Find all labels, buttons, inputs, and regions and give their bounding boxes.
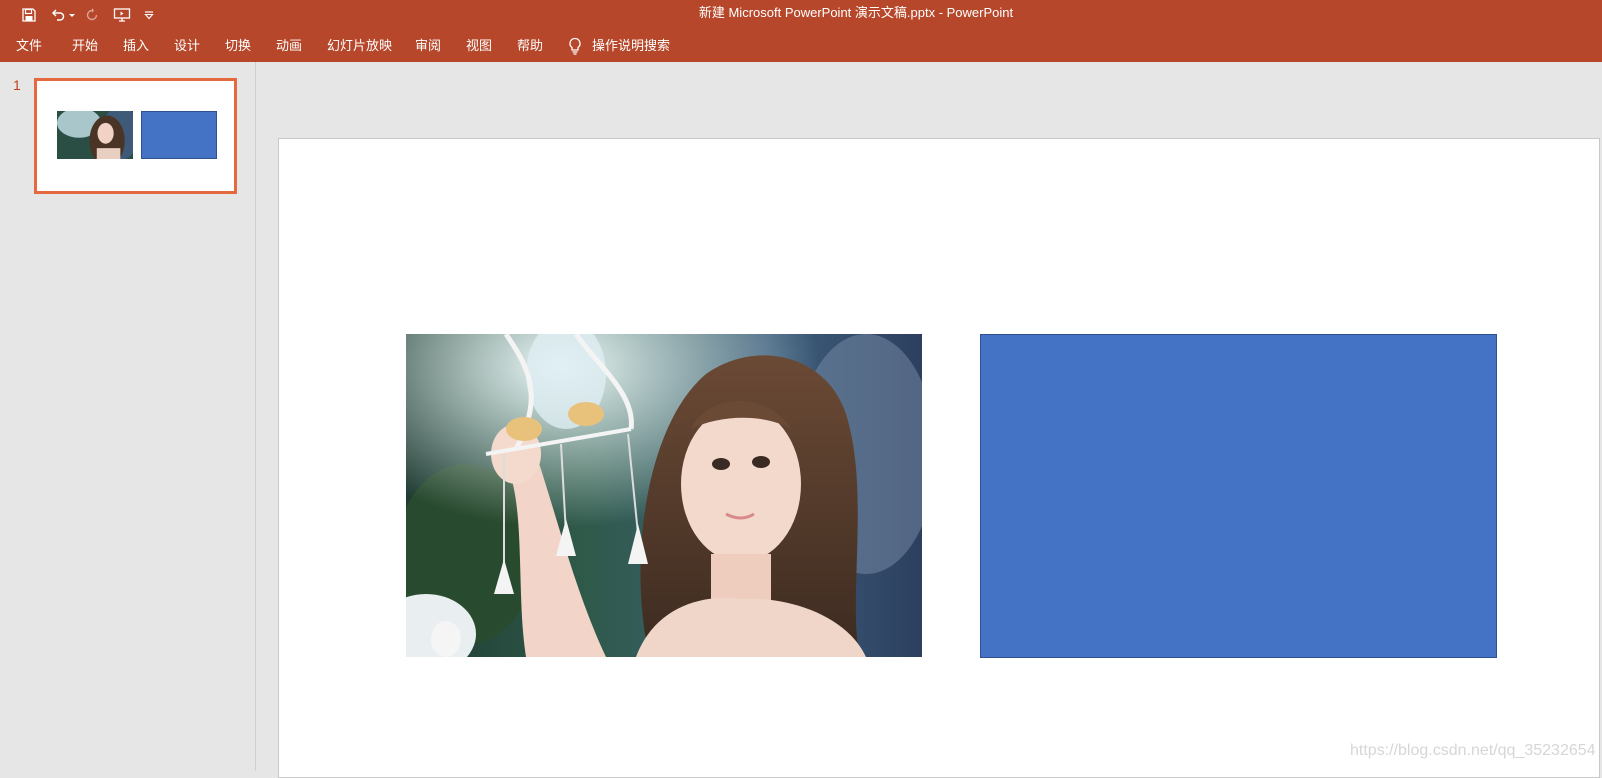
tab-animations[interactable]: 动画 [276, 29, 302, 62]
tab-help[interactable]: 帮助 [517, 29, 543, 62]
ribbon-tabs: 文件 开始 插入 设计 切换 动画 幻灯片放映 审阅 视图 帮助 操作说明搜索 [0, 29, 1602, 62]
tab-view[interactable]: 视图 [466, 29, 492, 62]
save-button[interactable] [18, 4, 40, 25]
tell-me-label: 操作说明搜索 [592, 38, 671, 53]
window-title: 新建 Microsoft PowerPoint 演示文稿.pptx - Powe… [698, 5, 1014, 20]
customize-qat-icon [144, 10, 154, 19]
save-icon [22, 7, 36, 22]
redo-button[interactable] [82, 4, 102, 25]
thumbnail-photo [57, 111, 133, 159]
slide-thumbnail[interactable] [34, 78, 237, 194]
tab-insert[interactable]: 插入 [123, 29, 149, 62]
slide-photo[interactable] [406, 334, 922, 657]
slide-canvas[interactable] [278, 138, 1600, 778]
present-from-beginning-icon [113, 7, 131, 22]
title-bar: 新建 Microsoft PowerPoint 演示文稿.pptx - Powe… [0, 0, 1602, 29]
lightbulb-icon [569, 37, 581, 55]
tab-file[interactable]: 文件 [16, 29, 42, 62]
slide-thumbnail-pane[interactable]: 1 [0, 62, 256, 771]
undo-dropdown-icon [69, 13, 75, 17]
undo-dropdown-button[interactable] [67, 4, 77, 25]
customize-qat-button[interactable] [141, 4, 157, 25]
tab-transitions[interactable]: 切换 [225, 29, 251, 62]
tab-slide-show[interactable]: 幻灯片放映 [327, 29, 392, 62]
redo-icon [86, 7, 98, 20]
watermark: https://blog.csdn.net/qq_35232654 [1350, 742, 1596, 759]
tab-design[interactable]: 设计 [174, 29, 200, 62]
present-from-beginning-button[interactable] [111, 4, 133, 25]
undo-icon [51, 8, 65, 21]
tab-review[interactable]: 审阅 [415, 29, 441, 62]
tell-me-search[interactable]: 操作说明搜索 [568, 29, 670, 62]
slide-rectangle-shape[interactable] [980, 334, 1497, 658]
undo-button[interactable] [48, 4, 68, 25]
slide-number: 1 [13, 77, 21, 93]
tab-home[interactable]: 开始 [72, 29, 98, 62]
thumbnail-rectangle [141, 111, 217, 159]
